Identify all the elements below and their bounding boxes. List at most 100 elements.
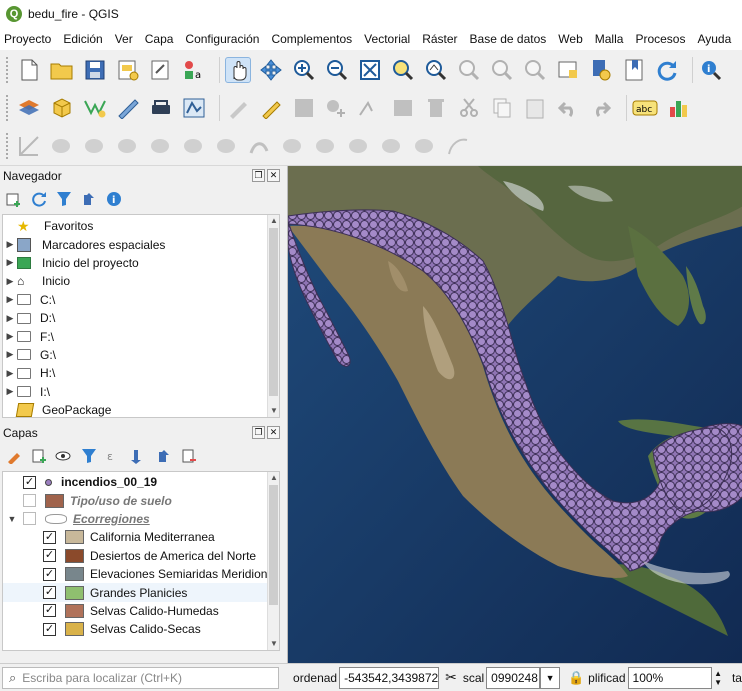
layer-labeling-icon[interactable]: abc [632,95,658,121]
layer-styling-icon[interactable] [4,446,24,466]
offset-curve-icon[interactable] [247,133,273,159]
new-geopackage-layer-icon[interactable] [49,95,75,121]
layout-manager-icon[interactable] [148,57,174,83]
menu-raster[interactable]: Ráster [422,32,457,46]
refresh-icon[interactable] [654,57,680,83]
zoom-out-icon[interactable] [324,57,350,83]
menu-configuracion[interactable]: Configuración [185,32,259,46]
layer-diagram-icon[interactable] [665,95,691,121]
layer-ecorregiones[interactable]: ▼ Ecorregiones [3,510,267,528]
scroll-up-icon[interactable]: ▲ [268,472,279,484]
delete-selected-icon[interactable] [423,95,449,121]
collapse-all-icon[interactable] [154,446,174,466]
menu-ayuda[interactable]: Ayuda [697,32,731,46]
new-virtual-layer-icon[interactable] [148,95,174,121]
paste-features-icon[interactable] [522,95,548,121]
toggle-extents-icon[interactable]: ✂ [445,669,457,686]
nav-item-favoritos[interactable]: ★ Favoritos [3,217,267,235]
pan-map-icon[interactable] [225,57,251,83]
legend-class-selvas-secas[interactable]: ✓ Selvas Calido-Secas [3,620,267,638]
nav-item-drive-f[interactable]: ▶ F:\ [3,327,267,345]
new-project-icon[interactable] [16,57,42,83]
class-visibility-checkbox[interactable]: ✓ [43,549,56,563]
navigator-scrollbar[interactable]: ▲ ▼ [267,215,279,417]
vertex-tool-icon[interactable] [357,95,383,121]
menu-edicion[interactable]: Edición [63,32,102,46]
expand-all-icon[interactable] [129,446,149,466]
layer-visibility-checkbox[interactable] [23,512,36,526]
float-panel-icon[interactable]: ❐ [252,169,265,182]
undo-icon[interactable] [555,95,581,121]
copy-features-icon[interactable] [489,95,515,121]
menu-complementos[interactable]: Complementos [271,32,352,46]
menu-web[interactable]: Web [558,32,582,46]
magnifier-spinner-icon[interactable]: ▲ ▼ [714,669,724,687]
collapse-all-icon[interactable] [79,189,99,209]
menu-ver[interactable]: Ver [115,32,133,46]
menu-vectorial[interactable]: Vectorial [364,32,410,46]
nav-item-inicio-proyecto[interactable]: ▶ Inicio del proyecto [3,254,267,272]
layer-incendios[interactable]: ✓ incendios_00_19 [3,473,267,491]
scroll-up-icon[interactable]: ▲ [268,215,279,227]
style-manager-icon[interactable]: a [181,57,207,83]
filter-legend-icon[interactable] [79,446,99,466]
zoom-full-icon[interactable] [357,57,383,83]
zoom-to-layer-icon[interactable] [423,57,449,83]
add-part-icon[interactable] [82,133,108,159]
legend-class-desiertos[interactable]: ✓ Desiertos de America del Norte [3,547,267,565]
class-visibility-checkbox[interactable]: ✓ [43,586,56,600]
scroll-down-icon[interactable]: ▼ [268,638,279,650]
lock-scale-icon[interactable]: 🔒 [568,670,584,686]
new-print-layout-icon[interactable] [115,57,141,83]
merge-attributes-icon[interactable] [379,133,405,159]
toolbar-grip[interactable] [6,57,10,83]
temporal-controller-icon[interactable] [588,57,614,83]
nav-item-drive-h[interactable]: ▶ H:\ [3,364,267,382]
save-edits-icon[interactable] [291,95,317,121]
modify-attributes-icon[interactable] [390,95,416,121]
magnifier-field[interactable]: 100% [627,666,713,689]
toolbar-grip[interactable] [6,132,10,159]
current-edits-icon[interactable] [225,95,251,121]
refresh-icon[interactable] [29,189,49,209]
menu-proyecto[interactable]: Proyecto [4,32,51,46]
class-visibility-checkbox[interactable]: ✓ [43,530,56,544]
nav-item-inicio[interactable]: ▶ ⌂ Inicio [3,272,267,290]
properties-icon[interactable]: i [104,189,124,209]
class-visibility-checkbox[interactable]: ✓ [43,622,56,636]
toggle-editing-icon[interactable] [258,95,284,121]
zoom-to-selection-icon[interactable] [390,57,416,83]
identify-features-icon[interactable]: i [698,57,724,83]
nav-item-drive-d[interactable]: ▶ D:\ [3,309,267,327]
new-temporary-layer-icon[interactable] [115,95,141,121]
remove-layer-icon[interactable] [179,446,199,466]
layers-scrollbar[interactable]: ▲ ▼ [267,472,279,650]
scale-field[interactable]: 0990248 [486,666,541,689]
data-source-manager-icon[interactable] [16,95,42,121]
save-project-icon[interactable] [82,57,108,83]
add-selected-layers-icon[interactable] [4,189,24,209]
close-panel-icon[interactable]: ✕ [267,169,280,182]
coordinate-field[interactable]: -543542,3439872 [339,666,440,689]
split-parts-icon[interactable] [313,133,339,159]
nav-item-geopackage[interactable]: GeoPackage [3,401,267,417]
map-canvas[interactable] [287,166,742,663]
toolbar-grip[interactable] [6,95,10,121]
class-visibility-checkbox[interactable]: ✓ [43,567,56,581]
new-shapefile-layer-icon[interactable] [82,95,108,121]
rotate-point-symbols-icon[interactable] [412,133,438,159]
menu-capa[interactable]: Capa [145,32,174,46]
zoom-last-icon[interactable] [489,57,515,83]
nav-item-drive-g[interactable]: ▶ G:\ [3,346,267,364]
new-map-view-icon[interactable] [555,57,581,83]
legend-class-grandes-planicies[interactable]: ✓ Grandes Planicies [3,583,267,602]
pan-to-selection-icon[interactable] [258,57,284,83]
layer-visibility-checkbox[interactable] [23,494,36,508]
add-ring-icon[interactable] [49,133,75,159]
add-group-icon[interactable] [29,446,49,466]
scrollbar-thumb[interactable] [269,485,278,605]
merge-features-icon[interactable] [346,133,372,159]
menu-procesos[interactable]: Procesos [635,32,685,46]
scroll-down-icon[interactable]: ▼ [268,405,279,417]
scale-dropdown-chevron-icon[interactable]: ▼ [540,666,560,689]
